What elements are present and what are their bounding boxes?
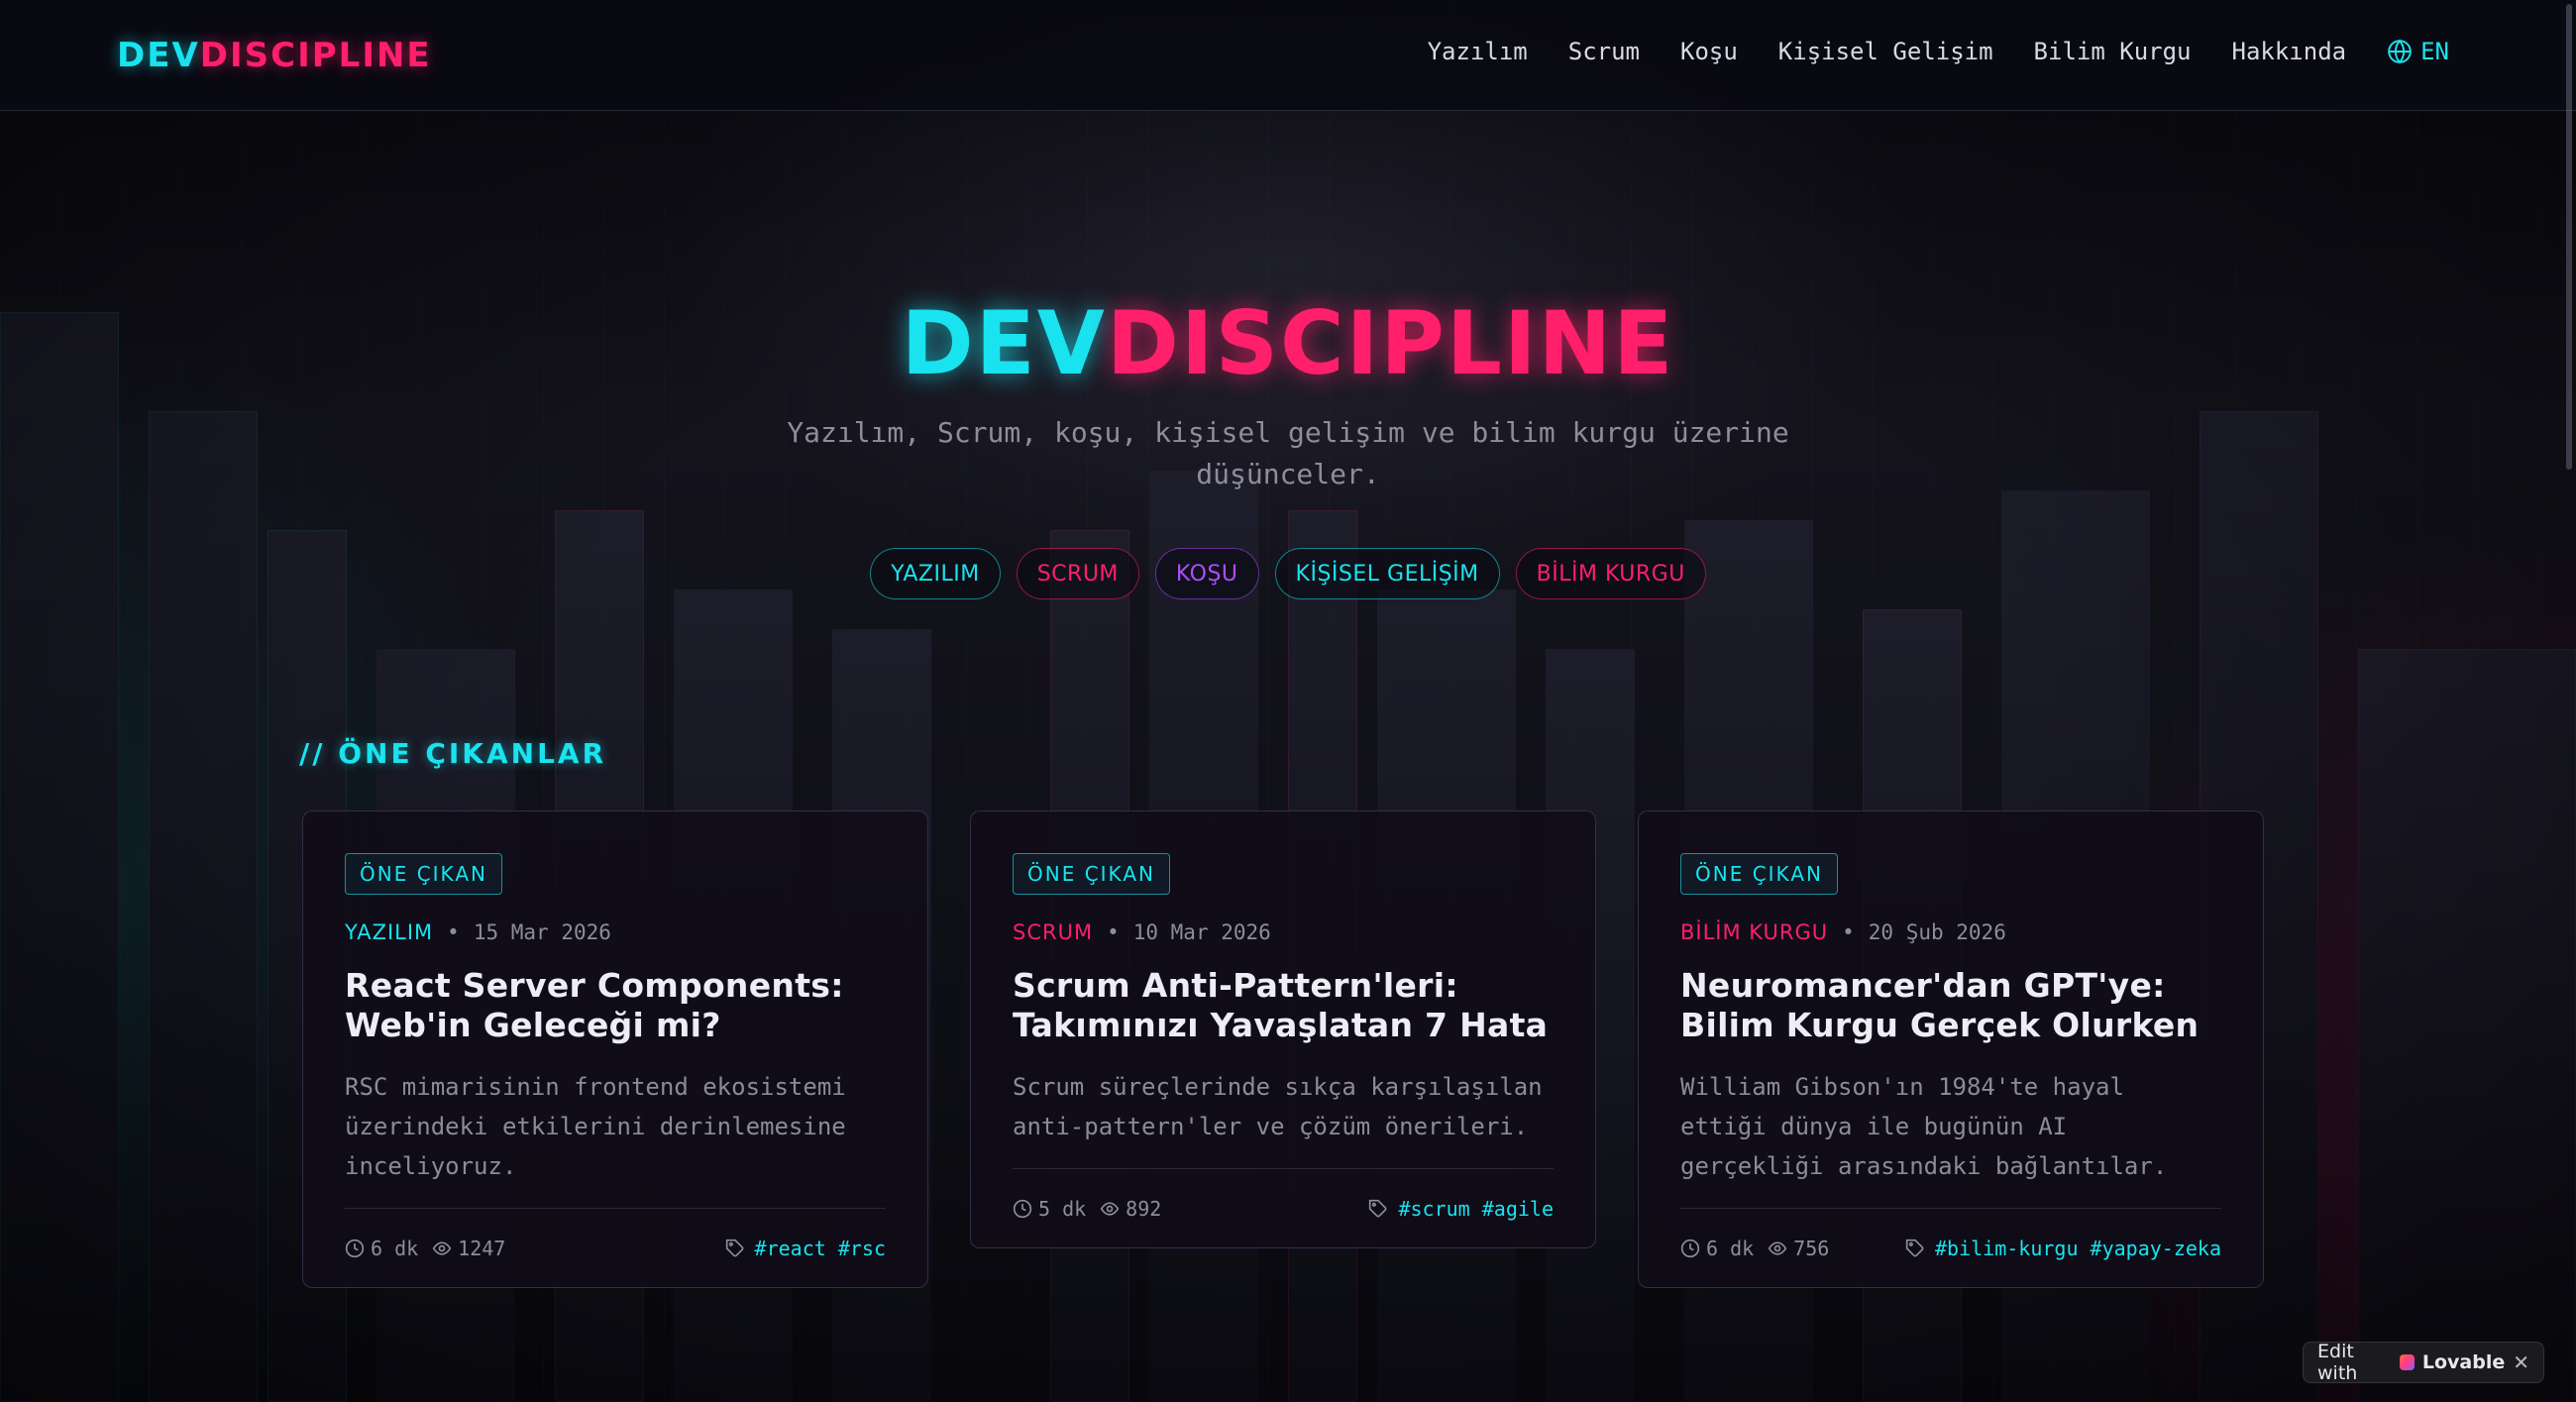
eye-icon xyxy=(432,1240,452,1255)
category-chip-yazilim[interactable]: YAZILIM xyxy=(870,548,1001,599)
lovable-prefix: Edit with xyxy=(2317,1341,2358,1384)
post-footer: 6 dk 756 #bilim-kurgu #yapay-zeka xyxy=(1680,1208,2221,1287)
view-count: 756 xyxy=(1793,1236,1830,1260)
category-chip-kisisel-gelisim[interactable]: KİŞİSEL GELİŞİM xyxy=(1274,548,1500,599)
view-count: 1247 xyxy=(458,1236,506,1260)
post-category[interactable]: YAZILIM xyxy=(345,920,433,944)
language-toggle[interactable]: EN xyxy=(2387,38,2449,65)
featured-post-card[interactable]: ÖNE ÇIKAN SCRUM • 10 Mar 2026 Scrum Anti… xyxy=(970,810,1596,1248)
category-chip-scrum[interactable]: SCRUM xyxy=(1016,548,1139,599)
hero-title-discipline: DISCIPLINE xyxy=(1106,292,1675,394)
meta-separator: • xyxy=(1842,920,1855,944)
post-title[interactable]: Scrum Anti-Pattern'leri: Takımınızı Yava… xyxy=(1013,966,1554,1045)
post-category[interactable]: BİLİM KURGU xyxy=(1680,920,1828,944)
post-tags[interactable]: #scrum #agile xyxy=(1398,1197,1554,1221)
post-footer: 5 dk 892 #scrum #agile xyxy=(1013,1168,1554,1247)
close-icon[interactable]: ✕ xyxy=(2513,1350,2529,1374)
featured-post-card[interactable]: ÖNE ÇIKAN YAZILIM • 15 Mar 2026 React Se… xyxy=(302,810,928,1288)
nav-item-bilim-kurgu[interactable]: Bilim Kurgu xyxy=(2034,38,2192,65)
tag-icon xyxy=(725,1239,744,1256)
logo-part-dev: DEV xyxy=(117,36,200,75)
main-nav: Yazılım Scrum Koşu Kişisel Gelişim Bilim… xyxy=(1428,38,2449,65)
post-excerpt: Scrum süreçlerinde sıkça karşılaşılan an… xyxy=(1013,1073,1543,1140)
edit-with-lovable-badge[interactable]: Edit with Lovable ✕ xyxy=(2303,1341,2544,1384)
read-time: 6 dk xyxy=(1706,1236,1755,1260)
tag-icon xyxy=(1369,1199,1387,1217)
hero-title-dev: DEV xyxy=(901,292,1107,394)
post-meta: SCRUM • 10 Mar 2026 xyxy=(1013,920,1554,944)
nav-item-scrum[interactable]: Scrum xyxy=(1568,38,1640,65)
post-date: 20 Şub 2026 xyxy=(1868,920,2006,944)
category-filter-chips: YAZILIM SCRUM KOŞU KİŞİSEL GELİŞİM BİLİM… xyxy=(0,548,2576,599)
nav-item-kisisel-gelisim[interactable]: Kişisel Gelişim xyxy=(1778,38,1993,65)
nav-item-kosu[interactable]: Koşu xyxy=(1680,38,1738,65)
lovable-brand: Lovable xyxy=(2421,1351,2506,1373)
top-navbar: DEVDISCIPLINE Yazılım Scrum Koşu Kişisel… xyxy=(0,0,2576,111)
nav-item-yazilim[interactable]: Yazılım xyxy=(1428,38,1528,65)
logo-part-discipline: DISCIPLINE xyxy=(199,36,432,75)
clock-icon xyxy=(1013,1199,1032,1218)
meta-separator: • xyxy=(1107,920,1120,944)
globe-icon xyxy=(2388,39,2412,64)
category-chip-bilim-kurgu[interactable]: BİLİM KURGU xyxy=(1515,548,1706,599)
post-meta: BİLİM KURGU • 20 Şub 2026 xyxy=(1680,920,2221,944)
post-meta: YAZILIM • 15 Mar 2026 xyxy=(345,920,886,944)
meta-separator: • xyxy=(447,920,460,944)
featured-post-card[interactable]: ÖNE ÇIKAN BİLİM KURGU • 20 Şub 2026 Neur… xyxy=(1638,810,2264,1288)
post-excerpt: William Gibson'ın 1984'te hayal ettiği d… xyxy=(1680,1073,2168,1180)
tag-icon xyxy=(1905,1239,1924,1256)
hero-tagline: Yazılım, Scrum, koşu, kişisel gelişim ve… xyxy=(787,416,1789,490)
nav-item-hakkinda[interactable]: Hakkında xyxy=(2232,38,2347,65)
language-label: EN xyxy=(2420,38,2449,65)
site-logo[interactable]: DEVDISCIPLINE xyxy=(117,36,432,75)
clock-icon xyxy=(1680,1239,1700,1257)
featured-section-title: // ÖNE ÇIKANLAR xyxy=(299,737,607,770)
read-time: 6 dk xyxy=(371,1236,419,1260)
featured-badge: ÖNE ÇIKAN xyxy=(345,853,502,895)
post-title[interactable]: Neuromancer'dan GPT'ye: Bilim Kurgu Gerç… xyxy=(1680,966,2221,1045)
page-scrollbar[interactable] xyxy=(2566,4,2572,470)
clock-icon xyxy=(345,1239,365,1257)
hero-title: DEVDISCIPLINE xyxy=(0,292,2576,394)
featured-badge: ÖNE ÇIKAN xyxy=(1680,853,1838,895)
post-date: 10 Mar 2026 xyxy=(1132,920,1271,944)
post-tags[interactable]: #bilim-kurgu #yapay-zeka xyxy=(1935,1237,2221,1260)
post-category[interactable]: SCRUM xyxy=(1013,920,1093,944)
post-excerpt: RSC mimarisinin frontend ekosistemi üzer… xyxy=(345,1073,846,1180)
featured-badge: ÖNE ÇIKAN xyxy=(1013,853,1170,895)
category-chip-kosu[interactable]: KOŞU xyxy=(1154,548,1259,599)
lovable-logo-icon xyxy=(2400,1354,2415,1370)
eye-icon xyxy=(1768,1240,1787,1255)
read-time: 5 dk xyxy=(1038,1196,1087,1221)
eye-icon xyxy=(1100,1201,1120,1216)
post-tags[interactable]: #react #rsc xyxy=(755,1237,886,1260)
view-count: 892 xyxy=(1126,1196,1162,1221)
post-title[interactable]: React Server Components: Web'in Geleceği… xyxy=(345,966,886,1045)
post-date: 15 Mar 2026 xyxy=(473,920,611,944)
post-footer: 6 dk 1247 #react #rsc xyxy=(345,1208,886,1287)
